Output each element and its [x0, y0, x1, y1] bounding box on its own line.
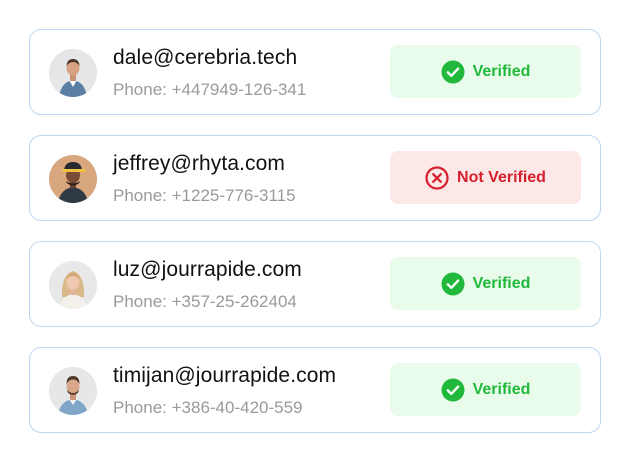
check-circle-icon	[441, 378, 465, 402]
status-label: Verified	[472, 380, 531, 398]
status-badge: Verified	[390, 257, 581, 310]
contact-phone: Phone: +386-40-420-559	[113, 398, 303, 417]
contact-phone: Phone: +357-25-262404	[113, 292, 297, 311]
contact-phone: Phone: +447949-126-341	[113, 80, 307, 99]
x-circle-icon	[425, 165, 449, 190]
status-label: Verified	[472, 274, 531, 292]
avatar	[49, 49, 97, 97]
contact-card[interactable]: jeffrey@rhyta.com Phone: +1225-776-3115 …	[29, 135, 601, 221]
contact-list: dale@cerebria.tech Phone: +447949-126-34…	[29, 29, 601, 453]
contact-email: dale@cerebria.tech	[113, 46, 298, 69]
contact-card[interactable]: dale@cerebria.tech Phone: +447949-126-34…	[29, 29, 601, 115]
check-circle-icon	[441, 60, 465, 84]
contact-email: jeffrey@rhyta.com	[113, 152, 286, 175]
contact-card[interactable]: timijan@jourrapide.com Phone: +386-40-42…	[29, 347, 601, 433]
contact-email: timijan@jourrapide.com	[113, 364, 337, 387]
contact-phone: Phone: +1225-776-3115	[113, 186, 296, 205]
avatar	[49, 261, 97, 309]
status-badge: Verified	[390, 363, 581, 416]
status-label: Not Verified	[457, 168, 546, 186]
contact-email: luz@jourrapide.com	[113, 258, 302, 281]
avatar	[49, 367, 97, 415]
status-badge: Not Verified	[390, 151, 581, 204]
status-label: Verified	[472, 62, 531, 80]
avatar	[49, 155, 97, 203]
check-circle-icon	[441, 272, 465, 296]
contact-card[interactable]: luz@jourrapide.com Phone: +357-25-262404…	[29, 241, 601, 327]
status-badge: Verified	[390, 45, 581, 98]
